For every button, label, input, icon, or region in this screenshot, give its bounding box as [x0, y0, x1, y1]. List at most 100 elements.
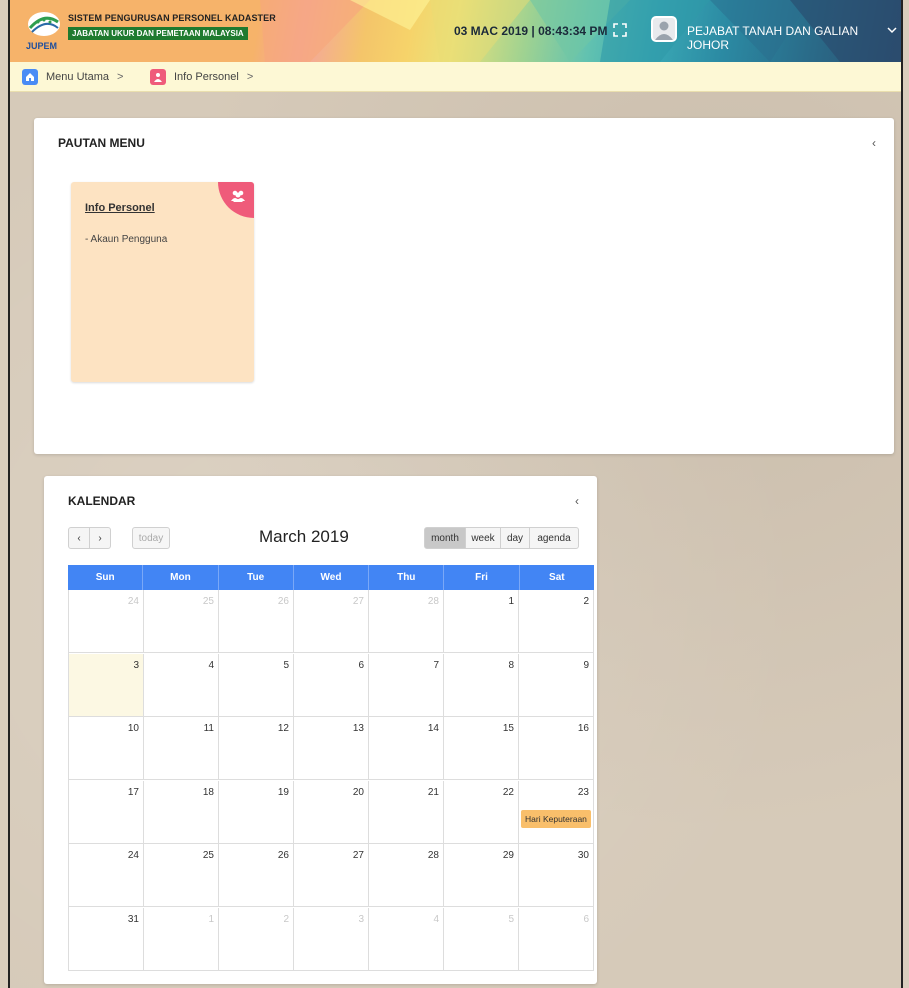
weekday-label: Sun — [68, 565, 144, 590]
calendar-day-cell[interactable]: 22 — [444, 780, 519, 843]
day-number: 3 — [358, 913, 364, 925]
day-number: 21 — [427, 786, 439, 798]
day-number: 2 — [283, 913, 289, 925]
day-number: 27 — [352, 596, 364, 607]
calendar-day-cell[interactable]: 1 — [144, 907, 219, 971]
prev-month-button[interactable]: ‹ — [68, 527, 90, 549]
calendar-day-cell[interactable]: 1 — [444, 590, 519, 652]
calendar-day-cell[interactable]: 31 — [69, 907, 144, 971]
breadcrumb-info-personel[interactable]: Info Personel > — [150, 69, 253, 85]
breadcrumb-menu-utama[interactable]: Menu Utama > — [22, 69, 123, 85]
day-number: 4 — [433, 913, 439, 925]
day-number: 19 — [277, 786, 289, 798]
calendar-event[interactable]: Hari Keputeraan — [521, 809, 591, 828]
day-number: 17 — [127, 786, 139, 798]
calendar-day-cell[interactable]: 23 Hari Keputeraan — [519, 781, 593, 843]
day-number: 18 — [202, 786, 214, 798]
calendar-day-cell[interactable]: 21 — [369, 780, 444, 843]
view-agenda-button[interactable]: agenda — [529, 527, 579, 549]
calendar-day-cell[interactable]: 6 — [294, 653, 369, 716]
view-week-button[interactable]: week — [465, 527, 501, 549]
calendar-day-cell[interactable]: 24 — [69, 590, 144, 652]
calendar-day-cell[interactable]: 28 — [369, 590, 444, 652]
breadcrumb-separator: > — [116, 71, 124, 83]
calendar-day-cell[interactable]: 16 — [519, 717, 593, 779]
calendar-day-cell[interactable]: 17 — [69, 780, 144, 843]
calendar-day-cell[interactable]: 4 — [144, 653, 219, 716]
calendar-day-cell[interactable]: 26 — [219, 844, 294, 906]
menu-card-info-personel[interactable]: Info Personel - Akaun Pengguna — [71, 182, 254, 382]
svg-text:JUPEM: JUPEM — [26, 41, 57, 51]
calendar-day-cell[interactable]: 5 — [219, 653, 294, 716]
day-number: 10 — [127, 723, 139, 734]
day-number: 8 — [508, 659, 514, 671]
expand-icon[interactable] — [613, 23, 627, 37]
calendar-day-cell-today[interactable]: 3 — [69, 653, 144, 716]
agency-name: JABATAN UKUR DAN PEMETAAN MALAYSIA — [68, 27, 248, 40]
calendar-day-cell[interactable]: 19 — [219, 780, 294, 843]
datetime-display: 03 MAC 2019 | 08:43:34 PM — [454, 24, 608, 38]
calendar-week-row: 31 1 2 3 4 5 6 — [69, 907, 593, 971]
calendar-day-cell[interactable]: 5 — [444, 907, 519, 971]
calendar-day-cell[interactable]: 6 — [519, 908, 593, 971]
calendar-day-cell[interactable]: 13 — [294, 717, 369, 779]
calendar-day-cell[interactable]: 26 — [219, 590, 294, 652]
chevron-down-icon[interactable] — [887, 26, 897, 34]
calendar-day-cell[interactable]: 14 — [369, 717, 444, 779]
next-month-button[interactable]: › — [89, 527, 111, 549]
calendar-day-cell[interactable]: 9 — [519, 654, 593, 716]
user-name[interactable]: PEJABAT TANAH DAN GALIAN JOHOR — [687, 24, 901, 52]
breadcrumb-label: Info Personel — [174, 71, 239, 83]
calendar-day-cell[interactable]: 18 — [144, 780, 219, 843]
card-item-akaun-pengguna[interactable]: - Akaun Pengguna — [85, 234, 167, 245]
calendar-day-cell[interactable]: 27 — [294, 844, 369, 906]
view-day-button[interactable]: day — [500, 527, 530, 549]
day-number: 3 — [133, 659, 139, 671]
calendar-day-cell[interactable]: 8 — [444, 653, 519, 716]
day-number: 30 — [577, 850, 589, 861]
calendar-day-cell[interactable]: 29 — [444, 844, 519, 906]
calendar-day-cell[interactable]: 24 — [69, 844, 144, 906]
day-number: 5 — [283, 659, 289, 671]
avatar-icon[interactable] — [651, 16, 677, 42]
card-title-link[interactable]: Info Personel — [85, 202, 155, 214]
calendar-week-row: 24 25 26 27 28 29 30 — [69, 844, 593, 907]
collapse-button[interactable]: ‹ — [872, 136, 876, 150]
calendar-day-cell[interactable]: 25 — [144, 590, 219, 652]
calendar-day-cell[interactable]: 12 — [219, 717, 294, 779]
day-number: 27 — [352, 850, 364, 861]
day-number: 20 — [352, 786, 364, 798]
weekday-label: Thu — [369, 565, 445, 590]
calendar-day-cell[interactable]: 2 — [519, 590, 593, 652]
calendar-day-cell[interactable]: 25 — [144, 844, 219, 906]
calendar-day-cell[interactable]: 11 — [144, 717, 219, 779]
day-number: 4 — [208, 659, 214, 671]
day-number: 5 — [508, 913, 514, 925]
day-number: 24 — [127, 596, 139, 607]
calendar-day-cell[interactable]: 20 — [294, 780, 369, 843]
day-number: 1 — [208, 913, 214, 925]
calendar-day-cell[interactable]: 7 — [369, 653, 444, 716]
calendar-day-cell[interactable]: 15 — [444, 717, 519, 779]
calendar-week-row: 3 4 5 6 7 8 9 — [69, 653, 593, 717]
calendar-day-cell[interactable]: 30 — [519, 844, 593, 906]
menu-panel: PAUTAN MENU ‹ Info Personel - Akaun Peng… — [34, 118, 894, 454]
user-icon — [150, 69, 166, 85]
day-number: 22 — [502, 786, 514, 798]
app-branding: SISTEM PENGURUSAN PERSONEL KADASTER JABA… — [68, 13, 276, 40]
today-button[interactable]: today — [132, 527, 170, 549]
view-month-button[interactable]: month — [424, 527, 466, 549]
weekday-label: Tue — [219, 565, 294, 590]
calendar-day-cell[interactable]: 3 — [294, 907, 369, 971]
calendar-day-cell[interactable]: 10 — [69, 717, 144, 779]
day-number: 9 — [583, 659, 589, 671]
calendar-day-cell[interactable]: 27 — [294, 590, 369, 652]
app-title: SISTEM PENGURUSAN PERSONEL KADASTER — [68, 13, 276, 23]
day-number: 25 — [202, 596, 214, 607]
collapse-button[interactable]: ‹ — [575, 494, 579, 508]
calendar-week-row: 24 25 26 27 28 1 2 — [69, 590, 593, 653]
breadcrumb-separator: > — [246, 71, 254, 83]
calendar-day-cell[interactable]: 2 — [219, 907, 294, 971]
calendar-day-cell[interactable]: 28 — [369, 844, 444, 906]
calendar-day-cell[interactable]: 4 — [369, 907, 444, 971]
